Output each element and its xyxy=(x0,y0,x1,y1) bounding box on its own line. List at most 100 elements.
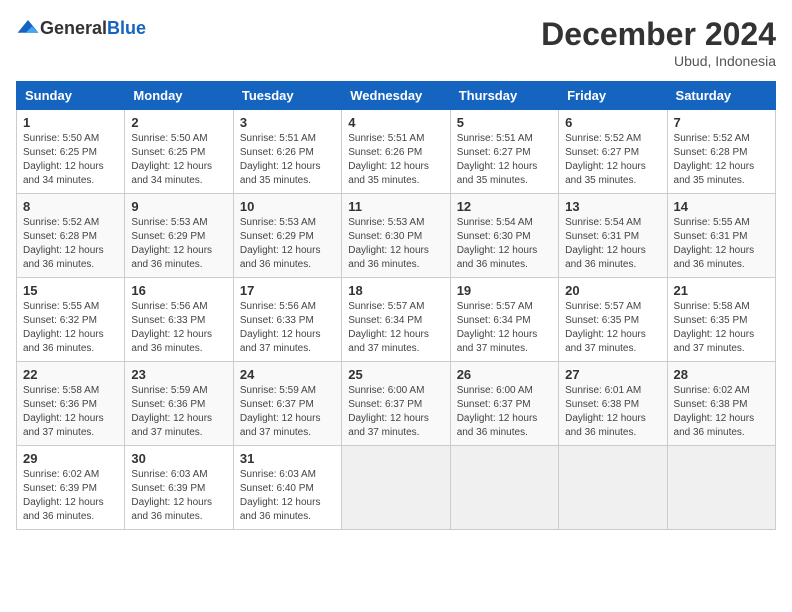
calendar-cell xyxy=(559,446,667,530)
calendar-cell: 21 Sunrise: 5:58 AMSunset: 6:35 PMDaylig… xyxy=(667,278,775,362)
day-number: 1 xyxy=(23,115,118,130)
calendar-cell: 30 Sunrise: 6:03 AMSunset: 6:39 PMDaylig… xyxy=(125,446,233,530)
day-number: 25 xyxy=(348,367,443,382)
day-info: Sunrise: 5:52 AMSunset: 6:27 PMDaylight:… xyxy=(565,133,646,186)
calendar-cell: 17 Sunrise: 5:56 AMSunset: 6:33 PMDaylig… xyxy=(233,278,341,362)
calendar-cell: 11 Sunrise: 5:53 AMSunset: 6:30 PMDaylig… xyxy=(342,194,450,278)
calendar-cell: 29 Sunrise: 6:02 AMSunset: 6:39 PMDaylig… xyxy=(17,446,125,530)
calendar-cell: 16 Sunrise: 5:56 AMSunset: 6:33 PMDaylig… xyxy=(125,278,233,362)
day-number: 29 xyxy=(23,451,118,466)
calendar-week-row: 8 Sunrise: 5:52 AMSunset: 6:28 PMDayligh… xyxy=(17,194,776,278)
day-info: Sunrise: 5:58 AMSunset: 6:35 PMDaylight:… xyxy=(674,301,755,354)
calendar-week-row: 1 Sunrise: 5:50 AMSunset: 6:25 PMDayligh… xyxy=(17,110,776,194)
day-info: Sunrise: 5:59 AMSunset: 6:36 PMDaylight:… xyxy=(131,385,212,438)
day-number: 6 xyxy=(565,115,660,130)
weekday-header-monday: Monday xyxy=(125,82,233,110)
day-info: Sunrise: 5:50 AMSunset: 6:25 PMDaylight:… xyxy=(23,133,104,186)
day-info: Sunrise: 5:59 AMSunset: 6:37 PMDaylight:… xyxy=(240,385,321,438)
calendar-cell: 9 Sunrise: 5:53 AMSunset: 6:29 PMDayligh… xyxy=(125,194,233,278)
logo: GeneralBlue xyxy=(16,16,146,40)
calendar-cell: 12 Sunrise: 5:54 AMSunset: 6:30 PMDaylig… xyxy=(450,194,558,278)
day-info: Sunrise: 6:01 AMSunset: 6:38 PMDaylight:… xyxy=(565,385,646,438)
calendar-cell: 20 Sunrise: 5:57 AMSunset: 6:35 PMDaylig… xyxy=(559,278,667,362)
day-info: Sunrise: 5:53 AMSunset: 6:30 PMDaylight:… xyxy=(348,217,429,270)
calendar-cell: 25 Sunrise: 6:00 AMSunset: 6:37 PMDaylig… xyxy=(342,362,450,446)
day-number: 30 xyxy=(131,451,226,466)
calendar-cell: 24 Sunrise: 5:59 AMSunset: 6:37 PMDaylig… xyxy=(233,362,341,446)
day-number: 10 xyxy=(240,199,335,214)
day-number: 21 xyxy=(674,283,769,298)
day-number: 18 xyxy=(348,283,443,298)
weekday-header-friday: Friday xyxy=(559,82,667,110)
day-number: 23 xyxy=(131,367,226,382)
day-number: 5 xyxy=(457,115,552,130)
calendar-cell: 23 Sunrise: 5:59 AMSunset: 6:36 PMDaylig… xyxy=(125,362,233,446)
weekday-header-thursday: Thursday xyxy=(450,82,558,110)
calendar-cell: 28 Sunrise: 6:02 AMSunset: 6:38 PMDaylig… xyxy=(667,362,775,446)
day-number: 3 xyxy=(240,115,335,130)
calendar-cell: 19 Sunrise: 5:57 AMSunset: 6:34 PMDaylig… xyxy=(450,278,558,362)
weekday-header-saturday: Saturday xyxy=(667,82,775,110)
calendar-table: SundayMondayTuesdayWednesdayThursdayFrid… xyxy=(16,81,776,530)
day-number: 31 xyxy=(240,451,335,466)
day-number: 27 xyxy=(565,367,660,382)
day-info: Sunrise: 6:02 AMSunset: 6:38 PMDaylight:… xyxy=(674,385,755,438)
calendar-cell xyxy=(342,446,450,530)
day-info: Sunrise: 5:58 AMSunset: 6:36 PMDaylight:… xyxy=(23,385,104,438)
day-number: 19 xyxy=(457,283,552,298)
day-info: Sunrise: 5:52 AMSunset: 6:28 PMDaylight:… xyxy=(674,133,755,186)
calendar-cell xyxy=(667,446,775,530)
day-info: Sunrise: 5:50 AMSunset: 6:25 PMDaylight:… xyxy=(131,133,212,186)
calendar-week-row: 22 Sunrise: 5:58 AMSunset: 6:36 PMDaylig… xyxy=(17,362,776,446)
day-number: 16 xyxy=(131,283,226,298)
day-info: Sunrise: 5:56 AMSunset: 6:33 PMDaylight:… xyxy=(240,301,321,354)
day-number: 24 xyxy=(240,367,335,382)
day-info: Sunrise: 5:54 AMSunset: 6:30 PMDaylight:… xyxy=(457,217,538,270)
day-number: 8 xyxy=(23,199,118,214)
calendar-cell: 7 Sunrise: 5:52 AMSunset: 6:28 PMDayligh… xyxy=(667,110,775,194)
day-number: 7 xyxy=(674,115,769,130)
location-subtitle: Ubud, Indonesia xyxy=(541,53,776,69)
calendar-week-row: 15 Sunrise: 5:55 AMSunset: 6:32 PMDaylig… xyxy=(17,278,776,362)
day-number: 26 xyxy=(457,367,552,382)
day-info: Sunrise: 5:51 AMSunset: 6:26 PMDaylight:… xyxy=(240,133,321,186)
page-header: GeneralBlue December 2024 Ubud, Indonesi… xyxy=(16,16,776,69)
weekday-header-sunday: Sunday xyxy=(17,82,125,110)
calendar-cell: 5 Sunrise: 5:51 AMSunset: 6:27 PMDayligh… xyxy=(450,110,558,194)
calendar-week-row: 29 Sunrise: 6:02 AMSunset: 6:39 PMDaylig… xyxy=(17,446,776,530)
day-number: 11 xyxy=(348,199,443,214)
day-number: 4 xyxy=(348,115,443,130)
calendar-cell: 2 Sunrise: 5:50 AMSunset: 6:25 PMDayligh… xyxy=(125,110,233,194)
day-info: Sunrise: 6:03 AMSunset: 6:40 PMDaylight:… xyxy=(240,469,321,522)
day-info: Sunrise: 5:57 AMSunset: 6:34 PMDaylight:… xyxy=(457,301,538,354)
day-info: Sunrise: 6:00 AMSunset: 6:37 PMDaylight:… xyxy=(457,385,538,438)
day-info: Sunrise: 5:55 AMSunset: 6:32 PMDaylight:… xyxy=(23,301,104,354)
calendar-cell: 10 Sunrise: 5:53 AMSunset: 6:29 PMDaylig… xyxy=(233,194,341,278)
day-number: 20 xyxy=(565,283,660,298)
calendar-cell: 8 Sunrise: 5:52 AMSunset: 6:28 PMDayligh… xyxy=(17,194,125,278)
calendar-cell: 26 Sunrise: 6:00 AMSunset: 6:37 PMDaylig… xyxy=(450,362,558,446)
calendar-cell: 6 Sunrise: 5:52 AMSunset: 6:27 PMDayligh… xyxy=(559,110,667,194)
calendar-cell: 3 Sunrise: 5:51 AMSunset: 6:26 PMDayligh… xyxy=(233,110,341,194)
logo-text: GeneralBlue xyxy=(40,18,146,39)
calendar-cell: 31 Sunrise: 6:03 AMSunset: 6:40 PMDaylig… xyxy=(233,446,341,530)
day-number: 14 xyxy=(674,199,769,214)
day-number: 9 xyxy=(131,199,226,214)
day-number: 17 xyxy=(240,283,335,298)
calendar-cell: 22 Sunrise: 5:58 AMSunset: 6:36 PMDaylig… xyxy=(17,362,125,446)
month-title: December 2024 xyxy=(541,16,776,53)
day-number: 13 xyxy=(565,199,660,214)
calendar-cell: 15 Sunrise: 5:55 AMSunset: 6:32 PMDaylig… xyxy=(17,278,125,362)
calendar-cell: 27 Sunrise: 6:01 AMSunset: 6:38 PMDaylig… xyxy=(559,362,667,446)
day-number: 28 xyxy=(674,367,769,382)
day-info: Sunrise: 5:53 AMSunset: 6:29 PMDaylight:… xyxy=(240,217,321,270)
logo-icon xyxy=(16,16,40,40)
weekday-header-wednesday: Wednesday xyxy=(342,82,450,110)
day-info: Sunrise: 5:51 AMSunset: 6:26 PMDaylight:… xyxy=(348,133,429,186)
day-info: Sunrise: 6:02 AMSunset: 6:39 PMDaylight:… xyxy=(23,469,104,522)
day-info: Sunrise: 6:03 AMSunset: 6:39 PMDaylight:… xyxy=(131,469,212,522)
day-number: 15 xyxy=(23,283,118,298)
calendar-cell xyxy=(450,446,558,530)
day-info: Sunrise: 5:52 AMSunset: 6:28 PMDaylight:… xyxy=(23,217,104,270)
calendar-cell: 13 Sunrise: 5:54 AMSunset: 6:31 PMDaylig… xyxy=(559,194,667,278)
